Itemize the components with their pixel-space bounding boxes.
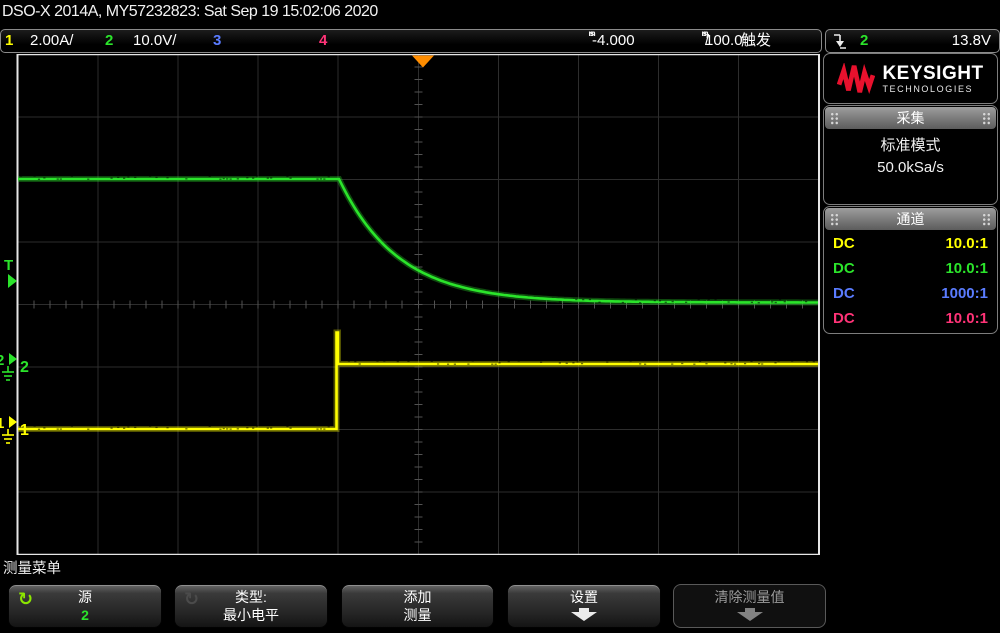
status-bar-left: 1 2.00A/ 2 10.0V/ 3 4 -4.000ms 100.0ms/ … bbox=[0, 29, 822, 53]
svg-text:2: 2 bbox=[0, 352, 4, 369]
softkey-source[interactable]: ↻ 源 2 bbox=[8, 584, 162, 628]
menu-title: 测量菜单 bbox=[3, 557, 61, 578]
ch3-coupling: DC bbox=[833, 281, 855, 306]
down-arrow-icon bbox=[508, 608, 660, 624]
softkey-settings[interactable]: 设置 bbox=[507, 584, 661, 628]
channel4-info-row: DC 10.0:1 bbox=[824, 306, 997, 331]
acquisition-title: 采集 bbox=[897, 110, 925, 126]
trigger-level: 13.8V bbox=[952, 30, 991, 51]
acquisition-panel: 采集 标准模式 50.0kSa/s bbox=[823, 105, 998, 205]
acquisition-mode: 标准模式 bbox=[824, 135, 997, 157]
sample-rate: 50.0kSa/s bbox=[824, 157, 997, 179]
rotate-knob-icon: ↻ bbox=[184, 589, 199, 610]
ch1-coupling: DC bbox=[833, 231, 855, 256]
trigger-source: 2 bbox=[860, 30, 868, 51]
ch4-coupling: DC bbox=[833, 306, 855, 331]
grip-icon bbox=[830, 213, 839, 226]
grip-icon bbox=[830, 112, 839, 125]
ch4-probe-ratio: 10.0:1 bbox=[945, 306, 988, 331]
channel2-info-row: DC 10.0:1 bbox=[824, 256, 997, 281]
channel2-scale[interactable]: 10.0V/ bbox=[133, 30, 176, 51]
ch2-probe-ratio: 10.0:1 bbox=[945, 256, 988, 281]
channel1-trace-label: 1 bbox=[20, 422, 29, 439]
brand-subtitle: TECHNOLOGIES bbox=[882, 85, 983, 94]
channel2-trace-label: 2 bbox=[20, 359, 29, 376]
softkey-add-label2: 测量 bbox=[342, 606, 493, 624]
channel1-info-row: DC 10.0:1 bbox=[824, 231, 997, 256]
grip-icon bbox=[982, 112, 991, 125]
timebase-value: 100.0 bbox=[705, 30, 743, 51]
softkey-add-label: 添加 bbox=[342, 589, 493, 606]
timebase-suffix: / bbox=[705, 30, 709, 51]
acquisition-header[interactable]: 采集 bbox=[825, 107, 996, 129]
channel2-number[interactable]: 2 bbox=[105, 30, 113, 51]
channels-panel: 通道 DC 10.0:1 DC 10.0:1 DC 1000:1 DC 10.0… bbox=[823, 206, 998, 334]
grip-icon bbox=[982, 213, 991, 226]
keysight-logo: KEYSIGHT TECHNOLOGIES bbox=[823, 53, 998, 104]
rotate-knob-icon: ↻ bbox=[18, 589, 33, 610]
svg-text:T: T bbox=[4, 257, 13, 274]
status-bar-trigger-box[interactable]: 2 13.8V bbox=[825, 29, 1000, 53]
channel3-number[interactable]: 3 bbox=[213, 30, 221, 51]
ch3-probe-ratio: 1000:1 bbox=[941, 281, 988, 306]
channel1-scale[interactable]: 2.00A/ bbox=[30, 30, 73, 51]
waveform-display: T 22 11 bbox=[0, 54, 822, 555]
ch2-coupling: DC bbox=[833, 256, 855, 281]
softkey-clear-label: 清除测量值 bbox=[674, 589, 825, 606]
window-title: DSO-X 2014A, MY57232823: Sat Sep 19 15:0… bbox=[2, 3, 378, 21]
trigger-label: 触发 bbox=[741, 30, 771, 51]
softkey-add-measurement[interactable]: 添加 测量 bbox=[341, 584, 494, 628]
channels-header[interactable]: 通道 bbox=[825, 208, 996, 230]
channel4-number[interactable]: 4 bbox=[319, 30, 327, 51]
softkey-clear-measurements[interactable]: 清除测量值 bbox=[673, 584, 826, 628]
channels-title: 通道 bbox=[897, 211, 925, 227]
brand-name: KEYSIGHT bbox=[882, 64, 983, 83]
channel3-info-row: DC 1000:1 bbox=[824, 281, 997, 306]
svg-text:1: 1 bbox=[0, 415, 4, 432]
down-arrow-icon bbox=[674, 608, 825, 624]
keysight-spark-icon bbox=[837, 63, 875, 95]
ch1-probe-ratio: 10.0:1 bbox=[945, 231, 988, 256]
softkey-settings-label: 设置 bbox=[508, 589, 660, 606]
softkey-type[interactable]: ↻ 类型: 最小电平 bbox=[174, 584, 328, 628]
delay-value: -4.000 bbox=[592, 30, 635, 51]
channel1-number[interactable]: 1 bbox=[5, 30, 13, 51]
